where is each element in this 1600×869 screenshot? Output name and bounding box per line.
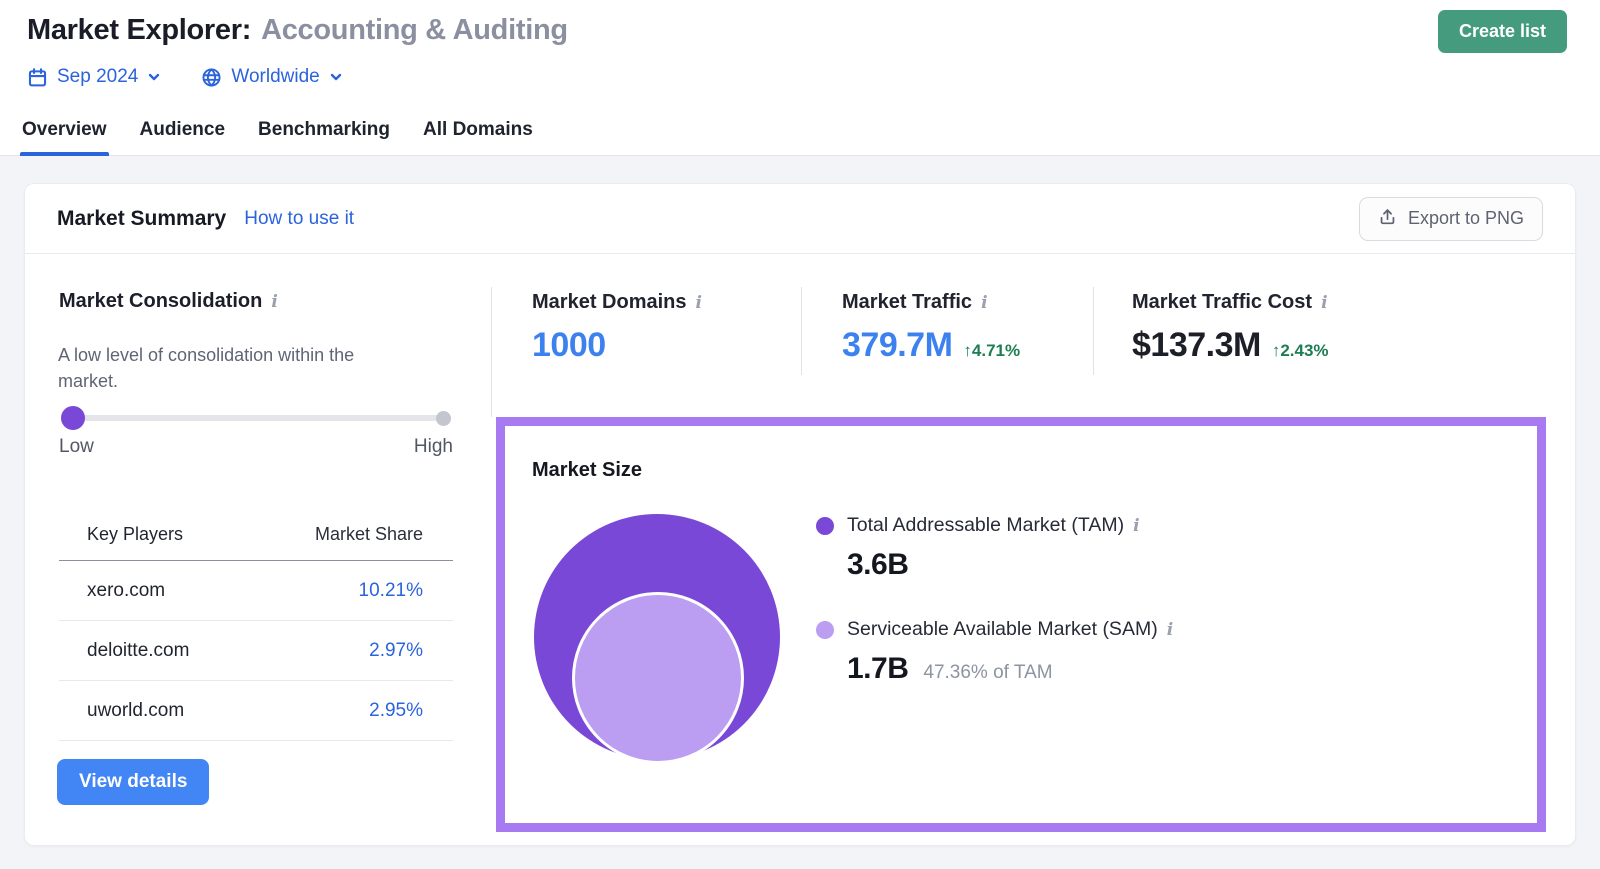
slider-high-label: High	[413, 436, 453, 457]
sam-legend-label: Serviceable Available Market (SAM)	[847, 618, 1158, 640]
tam-legend-row: Total Addressable Market (TAM) i	[816, 514, 1140, 537]
sam-legend-dot	[816, 620, 834, 639]
page-header: Market Explorer: Accounting & Auditing Cr…	[0, 0, 1600, 156]
page-content: Market Summary How to use it Export to P…	[0, 156, 1600, 869]
stat-change: ↑4.71%	[963, 341, 1021, 360]
player-domain: xero.com	[87, 579, 166, 601]
market-size-panel: Market Size Total Addressable Market (TA…	[496, 417, 1546, 832]
tab-overview[interactable]: Overview	[20, 119, 109, 156]
stat-label-text: Market Traffic Cost	[1132, 291, 1313, 313]
stat-value: 1000	[532, 326, 606, 364]
stat-label-text: Market Traffic	[842, 291, 973, 313]
vertical-divider	[801, 287, 802, 375]
stat-label: Market Traffic i	[842, 291, 1020, 314]
sam-legend-row: Serviceable Available Market (SAM) i	[816, 618, 1173, 641]
info-icon[interactable]: i	[271, 292, 277, 312]
tab-audience[interactable]: Audience	[138, 119, 228, 155]
card-header: Market Summary How to use it Export to P…	[25, 184, 1575, 254]
player-share[interactable]: 2.95%	[303, 700, 453, 722]
filters-row: Sep 2024 Worldwide	[27, 66, 343, 88]
calendar-icon	[27, 67, 48, 88]
market-consolidation-description: A low level of consolidation within the …	[58, 345, 355, 391]
slider-track[interactable]	[71, 415, 445, 421]
page-title: Market Explorer: Accounting & Auditing	[27, 14, 568, 47]
stat-market-traffic-cost: Market Traffic Cost i $137.3M ↑2.43%	[1132, 291, 1329, 365]
view-details-button[interactable]: View details	[57, 759, 210, 805]
player-domain: deloitte.com	[87, 639, 190, 661]
stat-market-traffic: Market Traffic i 379.7M ↑4.71%	[842, 291, 1020, 365]
table-row: xero.com 10.21%	[59, 561, 453, 621]
globe-icon	[201, 67, 222, 88]
tab-bar: Overview Audience Benchmarking All Domai…	[20, 119, 535, 156]
tam-legend-dot	[816, 516, 834, 535]
slider-knob-current[interactable]	[61, 406, 85, 430]
stat-label: Market Domains i	[532, 291, 702, 314]
export-to-png-label: Export to PNG	[1407, 208, 1524, 228]
slider-low-label: Low	[59, 436, 94, 457]
key-players-table: Key Players Market Share xero.com 10.21%…	[59, 509, 453, 741]
player-share[interactable]: 10.21%	[303, 580, 453, 602]
tab-benchmarking[interactable]: Benchmarking	[256, 119, 392, 155]
info-icon[interactable]: i	[696, 293, 702, 313]
stat-label-text: Market Domains	[532, 291, 687, 313]
market-consolidation-title-text: Market Consolidation	[59, 290, 263, 312]
info-icon[interactable]: i	[1167, 620, 1173, 640]
chevron-down-icon	[147, 70, 161, 84]
stat-market-domains: Market Domains i 1000	[532, 291, 702, 365]
tam-value: 3.6B	[847, 548, 909, 581]
slider-labels: Low High	[59, 436, 453, 458]
create-list-button[interactable]: Create list	[1437, 10, 1567, 53]
consolidation-slider[interactable]	[61, 406, 451, 430]
date-selector-label: Sep 2024	[57, 66, 139, 87]
stat-label: Market Traffic Cost i	[1132, 291, 1329, 314]
page-title-market: Accounting & Auditing	[261, 14, 568, 46]
export-to-png-button[interactable]: Export to PNG	[1358, 196, 1543, 241]
region-selector-label: Worldwide	[231, 66, 320, 87]
stat-value: 379.7M	[842, 326, 953, 364]
col-header-key-players: Key Players	[87, 524, 184, 544]
table-row: uworld.com 2.95%	[59, 681, 453, 741]
sam-circle[interactable]	[572, 592, 744, 764]
page-title-prefix: Market Explorer:	[27, 14, 252, 46]
player-domain: uworld.com	[87, 699, 185, 721]
slider-knob-end	[436, 410, 451, 426]
col-header-market-share: Market Share	[314, 524, 423, 544]
table-row: deloitte.com 2.97%	[59, 621, 453, 681]
key-players-header-row: Key Players Market Share	[59, 509, 453, 561]
player-share[interactable]: 2.97%	[303, 640, 453, 662]
stat-change: ↑2.43%	[1271, 341, 1329, 360]
region-selector[interactable]: Worldwide	[201, 66, 342, 88]
tam-legend-label: Total Addressable Market (TAM)	[847, 514, 1125, 536]
sam-value: 1.7B	[847, 652, 909, 685]
sam-share-of-tam: 47.36% of TAM	[923, 662, 1053, 683]
tab-all-domains[interactable]: All Domains	[421, 119, 535, 155]
market-consolidation-title: Market Consolidation i	[59, 290, 278, 313]
chevron-down-icon	[329, 70, 343, 84]
upload-icon	[1378, 207, 1397, 231]
info-icon[interactable]: i	[981, 293, 987, 313]
stat-value: $137.3M	[1132, 326, 1261, 364]
vertical-divider	[491, 287, 492, 417]
card-body: Market Consolidation i A low level of con…	[25, 254, 1575, 845]
market-size-title: Market Size	[532, 459, 643, 481]
card-title: Market Summary	[57, 206, 227, 230]
info-icon[interactable]: i	[1133, 516, 1139, 536]
market-summary-card: Market Summary How to use it Export to P…	[24, 183, 1576, 846]
date-selector[interactable]: Sep 2024	[27, 66, 161, 88]
vertical-divider	[1093, 287, 1094, 375]
info-icon[interactable]: i	[1321, 293, 1327, 313]
how-to-use-link[interactable]: How to use it	[244, 208, 354, 230]
